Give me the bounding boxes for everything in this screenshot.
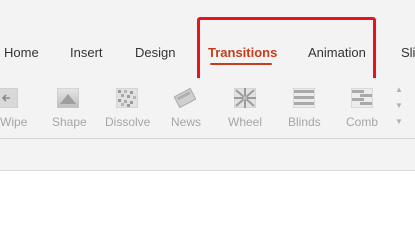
transition-label: Wipe: [0, 115, 28, 129]
ribbon-lower-strip: [0, 139, 415, 171]
chevron-down-icon[interactable]: ▼: [395, 102, 403, 110]
shape-icon: [56, 87, 80, 109]
blinds-icon: [292, 87, 316, 109]
ribbon-tab-bar: Home Insert Design Transitions Animation…: [0, 0, 415, 78]
transition-label: Wheel: [228, 115, 263, 129]
transition-label: News: [171, 115, 202, 129]
slide-canvas[interactable]: [0, 172, 415, 245]
transition-shape[interactable]: Shape: [52, 86, 87, 132]
transition-wheel[interactable]: Wheel: [227, 86, 263, 132]
more-icon[interactable]: ▼: [395, 118, 403, 126]
tab-design[interactable]: Design: [135, 45, 175, 60]
comb-icon: [350, 87, 374, 109]
transition-dissolve[interactable]: Dissolve: [105, 86, 151, 132]
transition-label: Comb: [346, 115, 379, 129]
news-icon: [173, 87, 197, 109]
active-tab-underline: [210, 63, 272, 65]
transition-label: Dissolve: [105, 115, 151, 129]
chevron-up-icon[interactable]: ▲: [395, 86, 403, 94]
dissolve-icon: [115, 87, 139, 109]
transition-wipe[interactable]: Wipe: [0, 86, 28, 132]
transition-comb[interactable]: Comb: [345, 86, 381, 132]
gallery-scroll[interactable]: ▲ ▼ ▼: [393, 86, 407, 130]
transition-label: Blinds: [288, 115, 321, 129]
transition-news[interactable]: News: [170, 86, 202, 132]
tab-slideshow[interactable]: Sli: [401, 45, 415, 60]
transition-blinds[interactable]: Blinds: [287, 86, 323, 132]
tab-animation[interactable]: Animation: [308, 45, 366, 60]
tab-insert[interactable]: Insert: [70, 45, 103, 60]
wipe-icon: [0, 87, 19, 109]
transition-label: Shape: [52, 115, 87, 129]
tab-home[interactable]: Home: [4, 45, 39, 60]
wheel-icon: [233, 87, 257, 109]
tab-transitions[interactable]: Transitions: [208, 45, 277, 60]
